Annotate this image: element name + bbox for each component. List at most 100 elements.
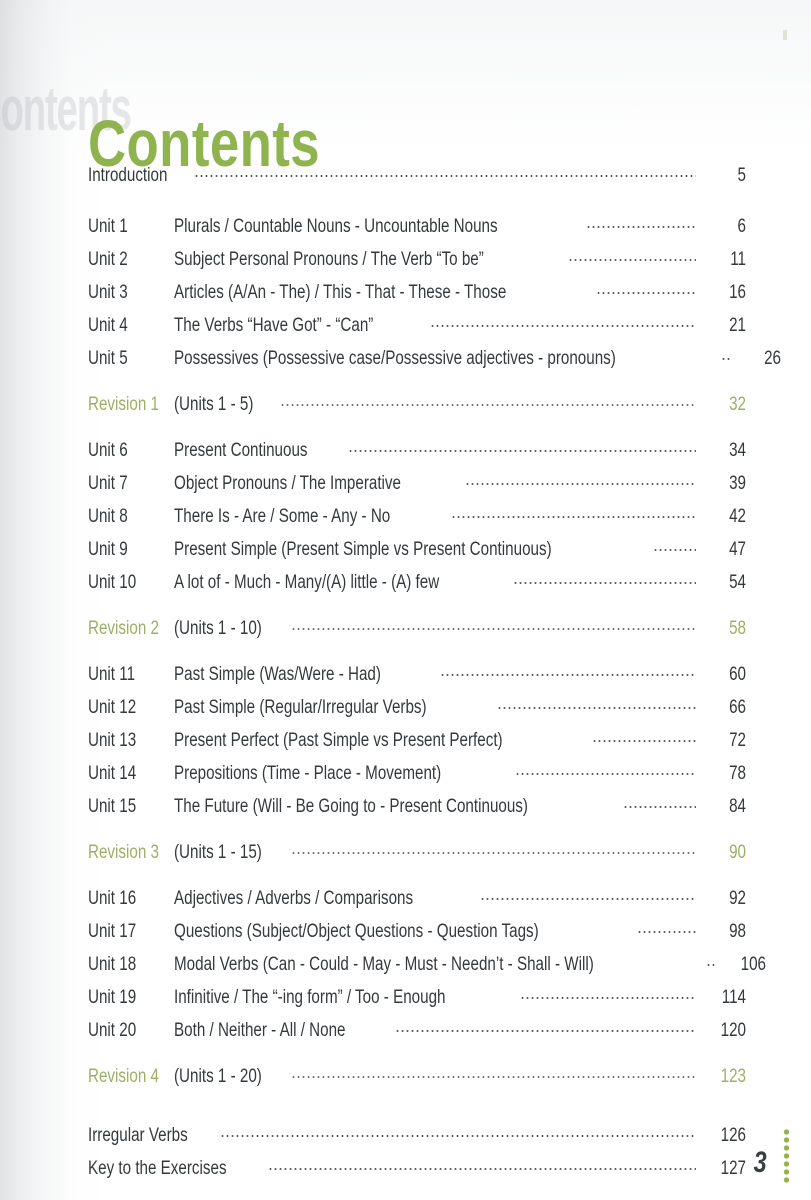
toc-entry-label: Unit 8 (88, 506, 174, 528)
toc-entry-page-number-text: 47 (729, 539, 746, 560)
toc-entry-label: Unit 12 (88, 697, 174, 719)
toc-entry-row[interactable]: Key to the Exercises 127 (88, 1155, 746, 1188)
toc-entry-page-number-text: 106 (740, 954, 766, 975)
toc-entry-description: Present Perfect (Past Simple vs Present … (174, 730, 592, 752)
toc-entry-description: Modal Verbs (Can - Could - May - Must - … (174, 954, 706, 976)
toc-entry-row[interactable]: Unit 3 Articles (A/An - The) / This - Tha… (88, 279, 746, 312)
toc-entry-row[interactable]: Unit 9 Present Simple (Present Simple vs … (88, 536, 746, 569)
toc-entry-label-text: Unit 1 (88, 216, 128, 237)
toc-entry-page-number-text: 6 (737, 216, 746, 237)
toc-entry-row[interactable]: Unit 8 There Is - Are / Some - Any - No 42 (88, 503, 746, 536)
toc-entry-description-text: (Units 1 - 5) (174, 394, 254, 415)
toc-entry-page-number-text: 114 (721, 987, 746, 1008)
toc-entry-label-text: Unit 17 (88, 921, 137, 942)
toc-entry-label-text: Unit 2 (88, 249, 128, 270)
toc-entry-label-text: Unit 13 (88, 730, 137, 751)
toc-entry-label-text: Unit 18 (88, 954, 137, 975)
toc-entry-description: Possessives (Possessive case/Possessive … (174, 348, 721, 370)
toc-entry-page-number: 84 (696, 796, 746, 818)
leader-dots (219, 1122, 696, 1141)
toc-entry-row[interactable]: Unit 4 The Verbs “Have Got” - “Can” 21 (88, 312, 746, 345)
table-of-contents: Introduction 5 Unit 1 Plurals / Countable N… (88, 162, 781, 1188)
toc-entry-row[interactable]: Unit 17 Questions (Subject/Object Questio… (88, 918, 746, 951)
toc-entry-label-text: Revision 1 (88, 394, 159, 415)
toc-entry-page-number: 123 (696, 1066, 746, 1088)
toc-entry-description: (Units 1 - 20) (174, 1066, 291, 1088)
toc-entry-row[interactable]: Unit 16 Adjectives / Adverbs / Comparison… (88, 885, 746, 918)
toc-entry-label: Unit 7 (88, 473, 174, 495)
toc-entry-row[interactable]: Unit 19 Infinitive / The “-ing form” / To… (88, 984, 746, 1017)
toc-entry-description-text: Subject Personal Pronouns / The Verb “To… (174, 249, 484, 270)
toc-group-gap (88, 826, 746, 839)
toc-entry-row[interactable]: Unit 11 Past Simple (Was/Were - Had) 60 (88, 661, 746, 694)
toc-entry-label: Revision 1 (88, 394, 174, 416)
toc-entry-label: Unit 16 (88, 888, 174, 910)
leader-dots (512, 569, 696, 588)
toc-entry-page-number: 58 (696, 618, 746, 640)
toc-entry-page-number-text: 66 (729, 697, 746, 718)
toc-entry-description: Subject Personal Pronouns / The Verb “To… (174, 249, 568, 271)
toc-entry-label-text: Key to the Exercises (88, 1158, 227, 1179)
toc-entry-label: Unit 19 (88, 987, 174, 1009)
toc-entry-row[interactable]: Unit 13 Present Perfect (Past Simple vs P… (88, 727, 746, 760)
toc-entry-row[interactable]: Introduction 5 (88, 162, 746, 195)
toc-entry-row[interactable]: Unit 6 Present Continuous 34 (88, 437, 746, 470)
toc-entry-label-text: Introduction (88, 165, 168, 186)
toc-entry-page-number: 34 (696, 440, 746, 462)
toc-entry-row[interactable]: Unit 2 Subject Personal Pronouns / The Ve… (88, 246, 746, 279)
leader-dots (585, 213, 696, 232)
toc-entry-row[interactable]: Unit 5 Possessives (Possessive case/Posse… (88, 345, 781, 378)
toc-entry-page-number: 98 (696, 921, 746, 943)
toc-entry-row[interactable]: Unit 1 Plurals / Countable Nouns - Uncoun… (88, 213, 746, 246)
toc-entry-page-number-text: 90 (729, 842, 746, 863)
toc-entry-page-number: 92 (696, 888, 746, 910)
toc-entry-description-text: Past Simple (Regular/Irregular Verbs) (174, 697, 427, 718)
toc-entry-description-text: (Units 1 - 10) (174, 618, 262, 639)
leader-dots (520, 984, 696, 1003)
toc-entry-page-number: 106 (716, 954, 766, 976)
toc-entry-label: Unit 9 (88, 539, 174, 561)
toc-entry-page-number-text: 92 (729, 888, 746, 909)
toc-entry-page-number-text: 42 (729, 506, 746, 527)
toc-entry-label: Unit 18 (88, 954, 174, 976)
footer-page-number: 3 (753, 1146, 767, 1179)
toc-entry-row[interactable]: Unit 12 Past Simple (Regular/Irregular Ve… (88, 694, 746, 727)
toc-entry-description: Adjectives / Adverbs / Comparisons (174, 888, 480, 910)
toc-entry-description: (Units 1 - 15) (174, 842, 291, 864)
toc-entry-description-text: Object Pronouns / The Imperative (174, 473, 401, 494)
toc-group-gap (88, 602, 746, 615)
toc-entry-row[interactable]: Unit 14 Prepositions (Time - Place - Move… (88, 760, 746, 793)
toc-revision-row[interactable]: Revision 3 (Units 1 - 15) 90 (88, 839, 746, 872)
leader-dots (705, 951, 716, 970)
toc-entry-page-number-text: 16 (729, 282, 746, 303)
toc-entry-page-number: 42 (696, 506, 746, 528)
toc-entry-page-number: 16 (696, 282, 746, 304)
leader-dots (515, 760, 696, 779)
toc-entry-label-text: Unit 19 (88, 987, 137, 1008)
toc-entry-row[interactable]: Unit 10 A lot of - Much - Many/(A) little… (88, 569, 746, 602)
toc-entry-row[interactable]: Unit 15 The Future (Will - Be Going to - … (88, 793, 746, 826)
toc-entry-row[interactable]: Unit 7 Object Pronouns / The Imperative 39 (88, 470, 746, 503)
toc-entry-page-number-text: 34 (729, 440, 746, 461)
toc-entry-label: Unit 11 (88, 664, 174, 686)
toc-entry-page-number: 127 (696, 1158, 746, 1180)
toc-entry-page-number-text: 60 (729, 664, 746, 685)
toc-entry-row[interactable]: Unit 20 Both / Neither - All / None 120 (88, 1017, 746, 1050)
toc-entry-page-number-text: 26 (764, 348, 781, 369)
toc-entry-label: Unit 14 (88, 763, 174, 785)
toc-entry-page-number: 78 (696, 763, 746, 785)
leader-dots (347, 437, 696, 456)
toc-revision-row[interactable]: Revision 2 (Units 1 - 10) 58 (88, 615, 746, 648)
toc-entry-page-number: 5 (696, 165, 746, 187)
toc-group-gap (88, 1096, 746, 1109)
toc-revision-row[interactable]: Revision 1 (Units 1 - 5) 32 (88, 391, 746, 424)
toc-group-gap (88, 648, 746, 661)
toc-entry-page-number: 32 (696, 394, 746, 416)
toc-entry-description: Present Simple (Present Simple vs Presen… (174, 539, 653, 561)
toc-entry-description-text: Present Perfect (Past Simple vs Present … (174, 730, 503, 751)
toc-revision-row[interactable]: Revision 4 (Units 1 - 20) 123 (88, 1063, 746, 1096)
leader-dots (496, 694, 696, 713)
toc-entry-label: Unit 5 (88, 348, 174, 370)
toc-entry-row[interactable]: Irregular Verbs 126 (88, 1122, 746, 1155)
toc-entry-row[interactable]: Unit 18 Modal Verbs (Can - Could - May - … (88, 951, 766, 984)
